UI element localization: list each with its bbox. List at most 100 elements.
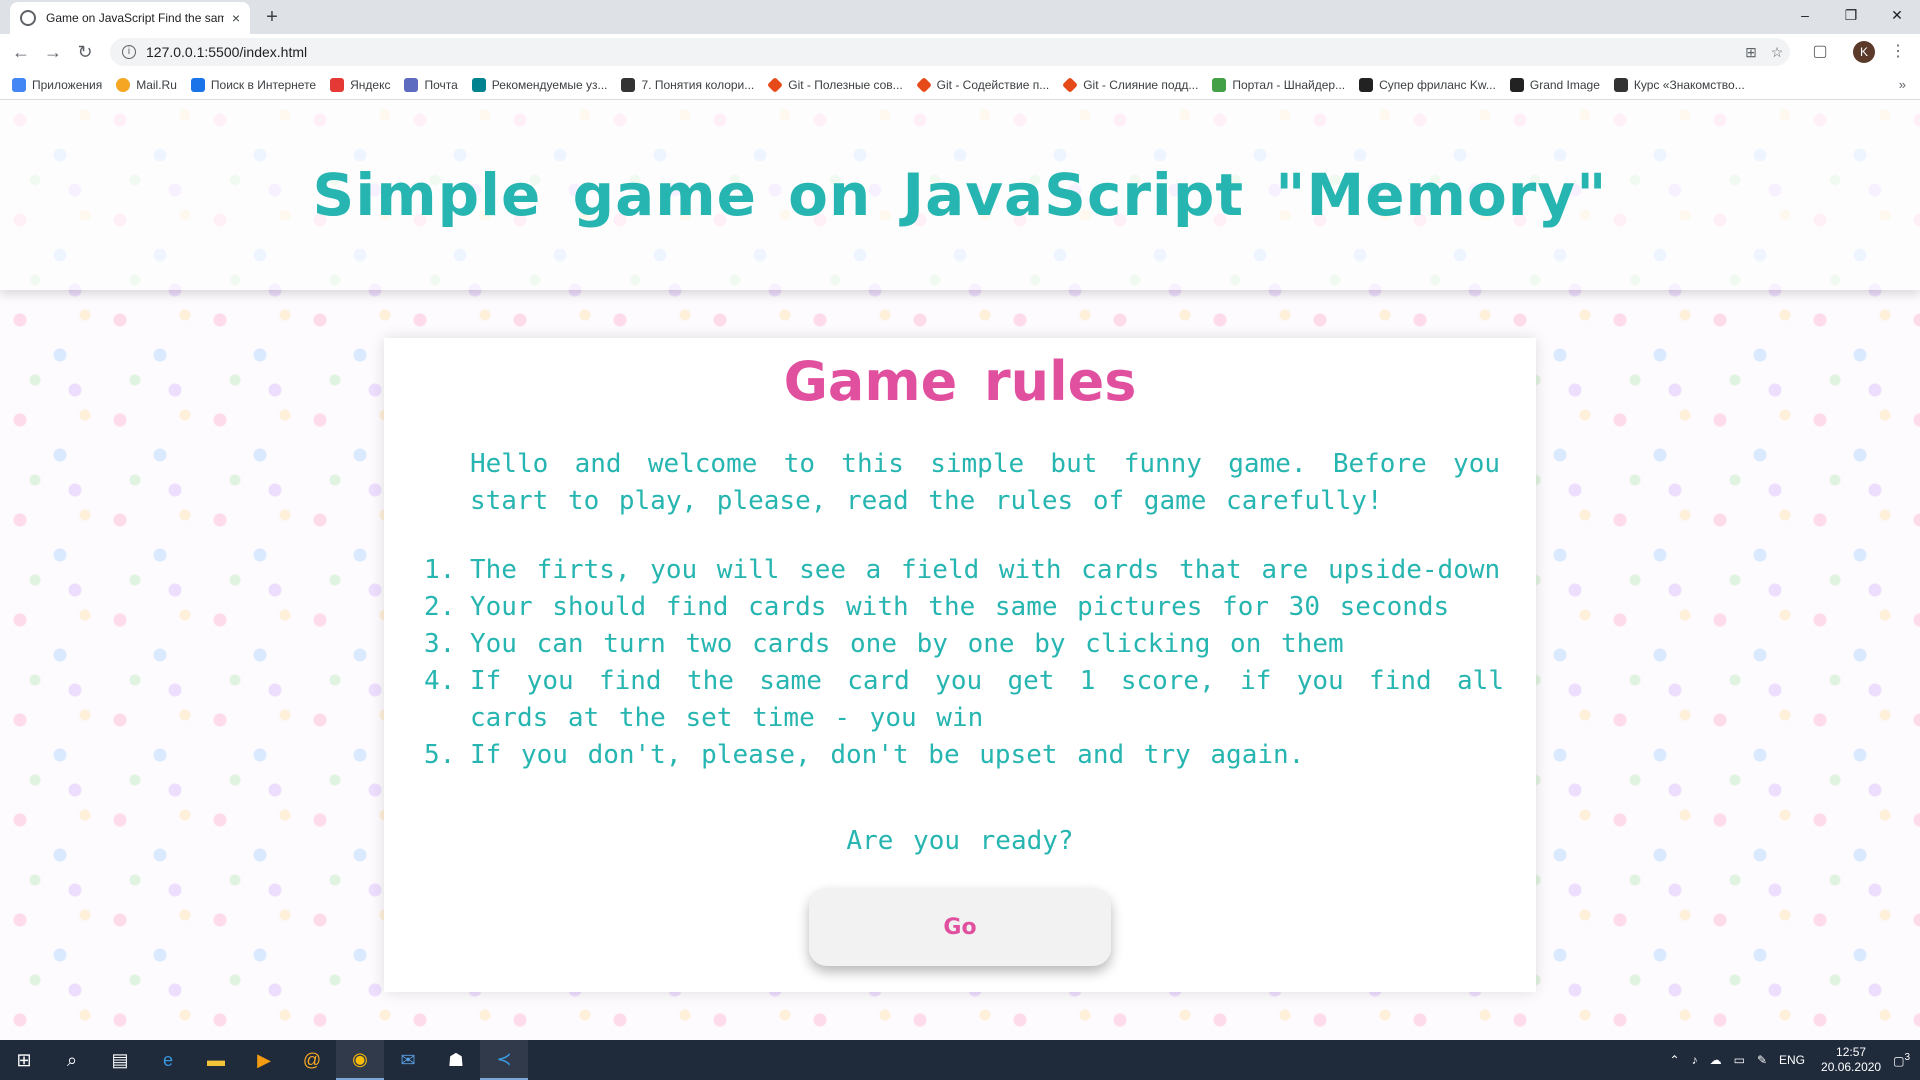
bookmark-label: Супер фриланс Kw... xyxy=(1379,77,1496,92)
browser-menu-icon[interactable]: ⋮ xyxy=(1886,40,1910,64)
bing-icon xyxy=(471,77,486,92)
task-view-icon[interactable]: ▤ xyxy=(96,1040,144,1080)
rule-text: The firts, you will see a field with car… xyxy=(470,555,1501,585)
rule-number: 1. xyxy=(424,555,456,585)
vscode-icon[interactable]: ≺ xyxy=(480,1040,528,1080)
rule-text: You can turn two cards one by one by cli… xyxy=(470,629,1344,659)
bookmark-label: Курс «Знакомство... xyxy=(1633,77,1745,92)
system-tray: ⌃ ♪ ☁ ▭ ✎ ENG 12:57 20.06.2020 ▢3 xyxy=(1658,1040,1910,1080)
clock[interactable]: 12:57 20.06.2020 xyxy=(1821,1045,1881,1075)
network-icon[interactable]: ▭ xyxy=(1734,1053,1745,1067)
tab-close-icon[interactable]: × xyxy=(232,10,240,26)
close-window-button[interactable]: ✕ xyxy=(1874,0,1920,30)
bookmark-apps[interactable]: Приложения xyxy=(12,77,102,92)
pen-icon[interactable]: ✎ xyxy=(1757,1053,1767,1067)
git-icon xyxy=(915,76,932,93)
bookmark-star-icon[interactable]: ☆ xyxy=(1764,44,1790,61)
address-url[interactable]: 127.0.0.1:5500/index.html xyxy=(146,44,307,60)
bookmark-git-3[interactable]: Git - Слияние подд... xyxy=(1062,76,1199,93)
bookmark-label: Почта xyxy=(424,77,458,92)
bookmark-course[interactable]: Курс «Знакомство... xyxy=(1613,77,1745,92)
bookmark-label: Рекомендуемые уз... xyxy=(491,77,608,92)
forward-arrow-icon[interactable]: → xyxy=(40,39,66,65)
page-title: Simple game on JavaScript "Memory" xyxy=(312,161,1608,229)
bookmark-git-1[interactable]: Git - Полезные сов... xyxy=(767,76,903,93)
git-icon xyxy=(767,76,784,93)
bookmark-kwork[interactable]: Супер фриланс Kw... xyxy=(1359,77,1496,92)
bookmark-recommended[interactable]: Рекомендуемые уз... xyxy=(471,77,608,92)
bookmark-mail[interactable]: Почта xyxy=(404,77,458,92)
rule-item: 2. Your should find cards with the same p… xyxy=(424,589,1504,626)
ready-prompt: Are you ready? xyxy=(846,826,1074,856)
bookmark-yandex[interactable]: Яндекс xyxy=(330,77,390,92)
file-explorer-icon[interactable]: ▬ xyxy=(192,1040,240,1080)
page-body: Simple game on JavaScript "Memory" Game … xyxy=(0,100,1920,1040)
rule-number: 5. xyxy=(424,740,456,770)
yandex-icon xyxy=(330,77,345,92)
extension-icon[interactable]: ▢ xyxy=(1808,40,1832,64)
media-player-icon[interactable]: ▶ xyxy=(240,1040,288,1080)
rule-item: 1. The firts, you will see a field with c… xyxy=(424,552,1504,589)
bookmarks-bar: Приложения Mail.Ru Поиск в Интернете Янд… xyxy=(0,70,1920,100)
tray-chevron-icon[interactable]: ⌃ xyxy=(1670,1053,1680,1067)
browser-tabstrip: Game on JavaScript Find the same × + – ❐… xyxy=(0,0,1920,34)
address-bar[interactable]: i 127.0.0.1:5500/index.html ⊞ ☆ xyxy=(110,38,1790,66)
bookmark-label: Git - Слияние подд... xyxy=(1083,77,1199,92)
site-info-icon[interactable]: i xyxy=(122,45,136,59)
reload-icon[interactable]: ↻ xyxy=(72,39,98,65)
volume-icon[interactable]: ♪ xyxy=(1692,1053,1698,1067)
browser-tab[interactable]: Game on JavaScript Find the same × xyxy=(10,2,250,34)
rules-card: Game rules Hello and welcome to this sim… xyxy=(384,338,1536,992)
rules-title: Game rules xyxy=(783,350,1137,413)
bookmark-label: Grand Image xyxy=(1529,77,1600,92)
cloud-icon[interactable]: ☁ xyxy=(1710,1053,1722,1067)
window-controls: – ❐ ✕ xyxy=(1782,0,1920,30)
minimize-button[interactable]: – xyxy=(1782,0,1828,30)
bookmark-label: Git - Полезные сов... xyxy=(788,77,903,92)
s-green-icon xyxy=(1212,77,1227,92)
git-icon xyxy=(1062,76,1079,93)
clock-date: 20.06.2020 xyxy=(1821,1060,1882,1074)
notifications-icon[interactable]: ▢3 xyxy=(1893,1052,1910,1068)
mailru-icon xyxy=(116,77,131,92)
tab-title: Game on JavaScript Find the same xyxy=(46,11,224,25)
rule-number: 2. xyxy=(424,592,456,622)
bookmark-search[interactable]: Поиск в Интернете xyxy=(190,77,316,92)
mail-icon[interactable]: ✉ xyxy=(384,1040,432,1080)
rule-item: 5. If you don't, please, don't be upset a… xyxy=(424,737,1504,774)
page-favicon-icon xyxy=(20,10,36,26)
restore-button[interactable]: ❐ xyxy=(1828,0,1874,30)
search-site-icon xyxy=(190,77,205,92)
search-icon[interactable]: ⌕ xyxy=(48,1040,96,1080)
mail-agent-icon[interactable]: @ xyxy=(288,1040,336,1080)
go-button[interactable]: Go xyxy=(809,888,1111,966)
chrome-icon[interactable]: ◉ xyxy=(336,1040,384,1080)
omnibox-actions: ⊞ ☆ xyxy=(1738,38,1790,66)
language-indicator[interactable]: ENG xyxy=(1779,1053,1805,1067)
bookmark-label: Портал - Шнайдер... xyxy=(1232,77,1346,92)
s-letter-icon xyxy=(621,77,636,92)
mail-icon xyxy=(404,77,419,92)
k-letter-icon xyxy=(1359,77,1374,92)
rule-text: Your should find cards with the same pic… xyxy=(470,592,1450,622)
clock-time: 12:57 xyxy=(1836,1045,1867,1059)
edge-browser-icon[interactable]: e xyxy=(144,1040,192,1080)
back-arrow-icon[interactable]: ← xyxy=(8,39,34,65)
bookmark-label: 7. Понятия колори... xyxy=(641,77,755,92)
bookmark-portal[interactable]: Портал - Шнайдер... xyxy=(1212,77,1346,92)
shield-icon xyxy=(1613,77,1628,92)
bookmark-mailru[interactable]: Mail.Ru xyxy=(116,77,177,92)
profile-avatar[interactable]: K xyxy=(1853,41,1875,63)
rule-number: 3. xyxy=(424,629,456,659)
bookmarks-overflow-icon[interactable]: » xyxy=(1899,77,1906,92)
bookmark-colors[interactable]: 7. Понятия колори... xyxy=(621,77,755,92)
rules-list: 1. The firts, you will see a field with c… xyxy=(424,552,1504,774)
browser-toolbar: ← → ↻ i 127.0.0.1:5500/index.html ⊞ ☆ ▢ … xyxy=(0,34,1920,70)
new-tab-button[interactable]: + xyxy=(260,6,284,30)
rule-text: If you don't, please, don't be upset and… xyxy=(470,740,1305,770)
game-controller-icon[interactable]: ☗ xyxy=(432,1040,480,1080)
windows-start-icon[interactable]: ⊞ xyxy=(0,1040,48,1080)
translate-icon[interactable]: ⊞ xyxy=(1738,44,1764,61)
bookmark-git-2[interactable]: Git - Содействие п... xyxy=(915,76,1049,93)
bookmark-grand-image[interactable]: Grand Image xyxy=(1509,77,1600,92)
